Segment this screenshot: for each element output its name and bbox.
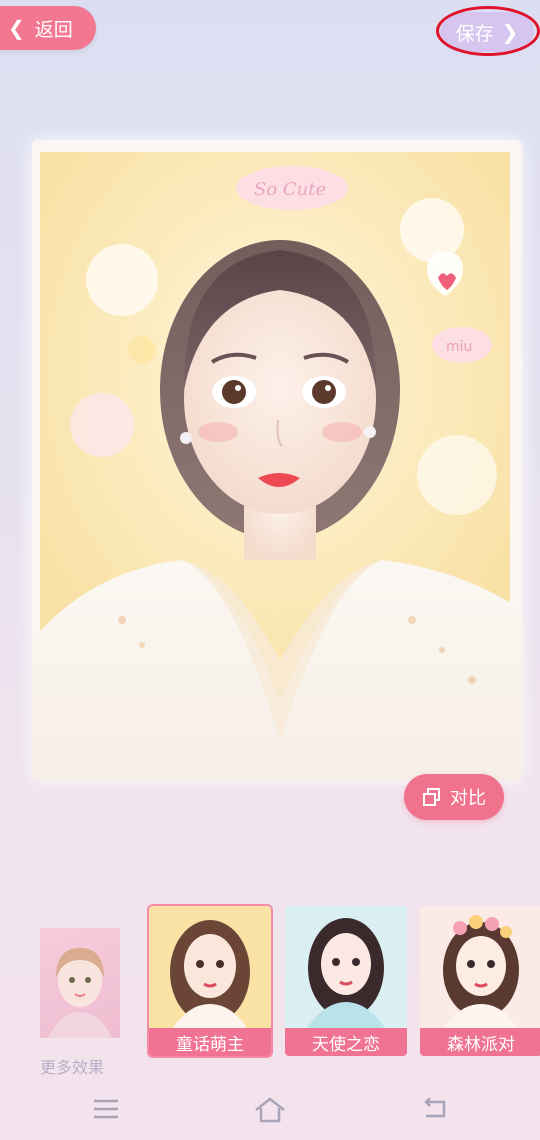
effect-label: 童话萌主 [149,1028,271,1056]
save-label: 保存 [455,22,494,45]
effect-thumbnail [285,906,407,1028]
effect-label: 森林派对 [420,1028,540,1056]
back-label: 返回 [34,18,73,41]
more-effects-label: 更多效果 [40,1058,105,1077]
effect-item-fairy-tale[interactable]: 童话萌主 [149,906,271,1056]
back-button[interactable]: ❮ 返回 [0,6,96,50]
effect-label: 天使之恋 [285,1028,407,1056]
save-button[interactable]: 保存 ❯ [440,12,534,52]
compare-button[interactable]: 对比 [404,774,504,820]
system-nav-bar [0,1082,540,1140]
effect-thumbnail [149,906,271,1028]
more-effects-button[interactable]: 更多效果 [30,910,122,1077]
sticker-text: So Cute [254,179,326,200]
back-icon[interactable] [420,1096,450,1126]
effect-item-forest-party[interactable]: 森林派对 [420,906,540,1056]
photo-preview: So Cute miu [32,140,522,780]
chevron-right-icon: ❯ [501,20,519,44]
portrait-image: So Cute miu [32,140,522,780]
effect-item-angel-love[interactable]: 天使之恋 [285,906,407,1056]
home-icon[interactable] [252,1096,288,1128]
menu-icon[interactable] [92,1096,120,1126]
more-effects-thumbnail [40,928,120,1038]
bubble-text: miu [446,339,472,355]
copy-icon [422,787,442,807]
top-bar: ❮ 返回 保存 ❯ [0,0,540,62]
effects-bar: 更多效果 童话萌主 天使之恋 森林派对 [0,892,540,1077]
effect-thumbnail [420,906,540,1028]
chevron-left-icon: ❮ [8,16,25,40]
compare-label: 对比 [450,788,486,809]
